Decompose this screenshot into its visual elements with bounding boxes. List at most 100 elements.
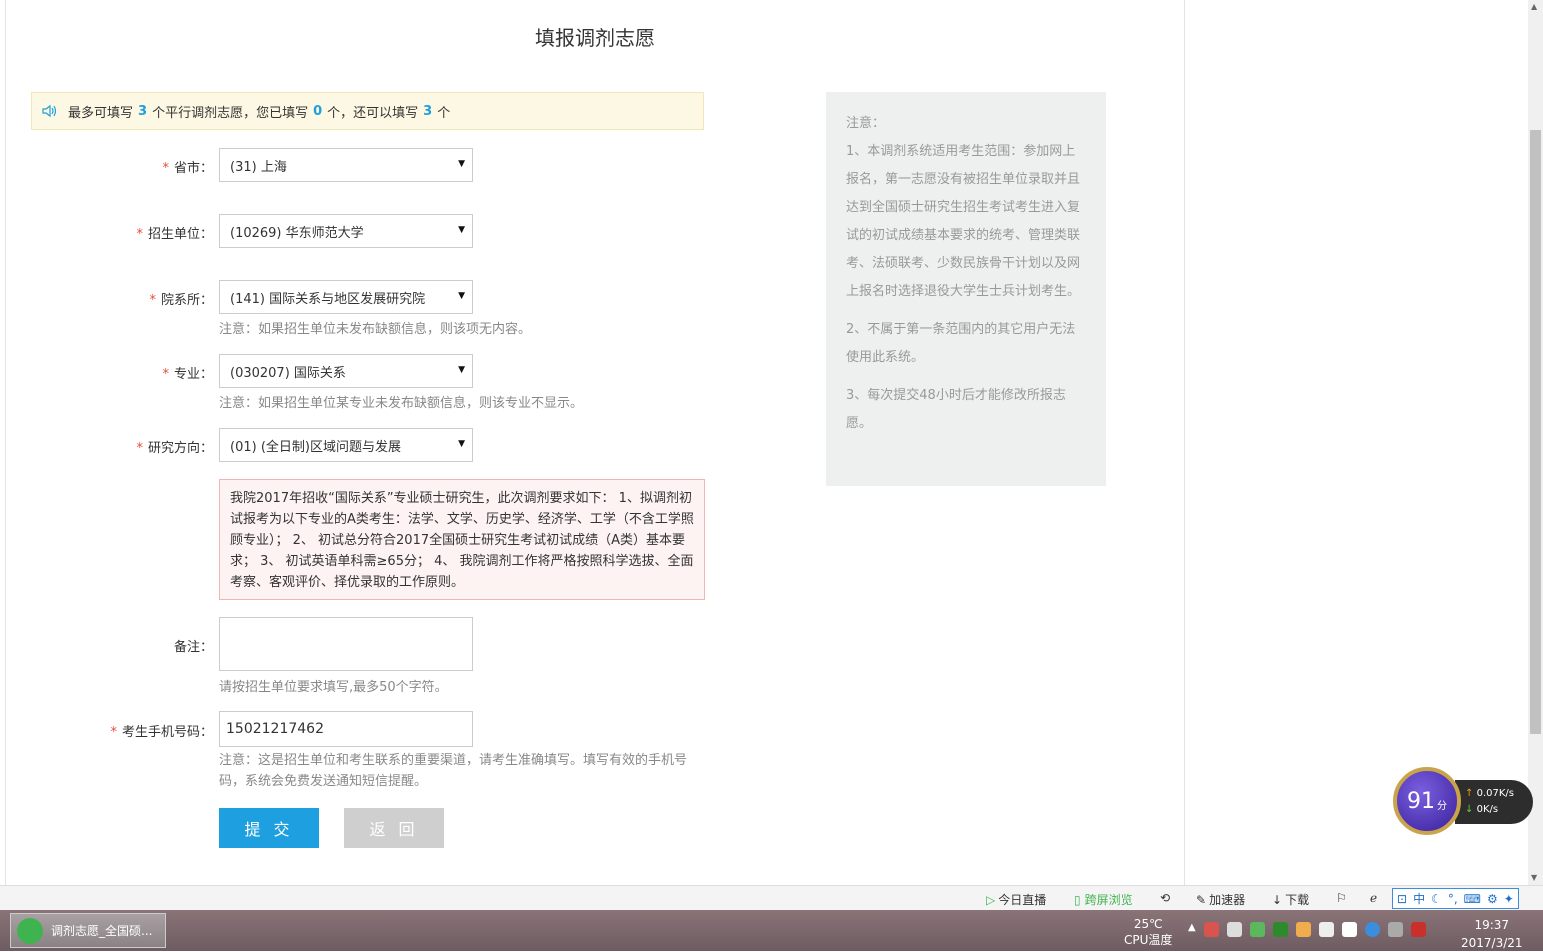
ime-toolbar[interactable]: ⊡ 中 ☾ °, ⌨ ⚙ ✦ bbox=[1392, 888, 1519, 909]
required-mark: * bbox=[136, 441, 143, 456]
browser-status-bar: ▷ 今日直播 ▯ 跨屏浏览 ⟲ ✎ 加速器 ↓ 下载 ⚐ ℯ ⊡ 中 ☾ °, ⌨ ⚙ … bbox=[0, 885, 1543, 911]
direction-select[interactable]: (01) (全日制)区域问题与发展 ▼ bbox=[219, 428, 473, 462]
remark-hint: 请按招生单位要求填写,最多50个字符。 bbox=[219, 680, 448, 695]
score-circle[interactable]: 91 分 bbox=[1393, 767, 1461, 835]
download-arrow-icon: ↓ bbox=[1272, 892, 1283, 907]
punct-icon[interactable]: °, bbox=[1448, 892, 1458, 906]
taskbar-browser-button[interactable]: 调剂志愿_全国硕... bbox=[10, 913, 166, 948]
major-label: * 专业： bbox=[60, 363, 213, 382]
required-mark: * bbox=[149, 293, 156, 308]
remaining-count: 3 bbox=[423, 103, 433, 119]
unit-value: (10269) 华东师范大学 bbox=[230, 225, 364, 241]
download-button[interactable]: ↓ 下载 bbox=[1272, 891, 1309, 908]
main-content: 填报调剂志愿 最多可填写 3 个平行调剂志愿，您已填写 0 个，还可以填写 3 … bbox=[0, 0, 1528, 885]
network-icon[interactable] bbox=[1387, 922, 1403, 937]
remark-textarea[interactable] bbox=[219, 617, 473, 671]
vertical-scrollbar[interactable]: ▲ ▼ bbox=[1528, 0, 1543, 885]
unit-label: * 招生单位： bbox=[60, 223, 213, 242]
clock-time: 19:37 bbox=[1474, 918, 1510, 932]
cpu-temp[interactable]: 25℃ CPU温度 bbox=[1124, 916, 1172, 948]
speaker-icon[interactable] bbox=[1226, 922, 1242, 937]
major-select[interactable]: (030207) 国际关系 ▼ bbox=[219, 354, 473, 388]
volume-red-icon[interactable] bbox=[1203, 922, 1219, 937]
dropdown-arrow-icon: ▼ bbox=[458, 365, 465, 375]
download-label: 下载 bbox=[1285, 893, 1310, 907]
globe-icon[interactable] bbox=[1364, 922, 1380, 937]
nvidia-icon[interactable] bbox=[1272, 922, 1288, 937]
cpu-temp-label: CPU温度 bbox=[1124, 933, 1173, 947]
windows-taskbar: 调剂志愿_全国硕... 25℃ CPU温度 ▲ 19:37 2017/3/21 bbox=[0, 910, 1543, 951]
score-value: 91 bbox=[1407, 788, 1435, 814]
phone-hint: 注意：这是招生单位和考生联系的重要渠道，请考生准确填写。填写有效的手机号码，系统… bbox=[219, 753, 688, 789]
info-bar: 最多可填写 3 个平行调剂志愿，您已填写 0 个，还可以填写 3 个 bbox=[31, 92, 704, 130]
scroll-thumb[interactable] bbox=[1530, 130, 1541, 734]
upload-speed: ↑ 0.07K/s bbox=[1465, 788, 1514, 799]
required-mark: * bbox=[162, 161, 169, 176]
accelerator-button[interactable]: ✎ 加速器 bbox=[1196, 891, 1245, 908]
max-count: 3 bbox=[138, 103, 148, 119]
major-value: (030207) 国际关系 bbox=[230, 365, 346, 381]
pin-icon: ✎ bbox=[1196, 892, 1207, 907]
upload-speed-value: 0.07K/s bbox=[1476, 788, 1514, 799]
wrench-icon[interactable]: ✦ bbox=[1504, 892, 1514, 906]
keyboard-icon[interactable]: ⌨ bbox=[1464, 892, 1481, 906]
ie-icon[interactable]: ℯ bbox=[1370, 891, 1377, 905]
scroll-up-arrow-icon[interactable]: ▲ bbox=[1531, 2, 1537, 11]
speaker-icon bbox=[42, 104, 57, 118]
live-button[interactable]: ▷ 今日直播 bbox=[986, 891, 1046, 908]
dept-hint: 注意：如果招生单位未发布缺额信息，则该项无内容。 bbox=[219, 322, 532, 337]
security-icon[interactable] bbox=[1249, 922, 1265, 937]
required-mark: * bbox=[136, 227, 143, 242]
tray-icons: ▲ bbox=[1188, 922, 1426, 937]
phone-input[interactable]: 15021217462 bbox=[219, 711, 473, 747]
dropdown-arrow-icon: ▼ bbox=[458, 439, 465, 449]
cpu-temp-value: 25℃ bbox=[1133, 917, 1163, 931]
back-button[interactable]: 返 回 bbox=[344, 808, 444, 848]
tools-icon[interactable]: ⚙ bbox=[1487, 892, 1498, 906]
direction-label-text: 研究方向： bbox=[147, 441, 213, 456]
flag-error-icon[interactable] bbox=[1410, 922, 1426, 937]
show-hidden-icons-icon[interactable]: ▲ bbox=[1188, 922, 1196, 937]
required-mark: * bbox=[110, 725, 117, 740]
filled-count: 0 bbox=[313, 103, 323, 119]
accelerator-label: 加速器 bbox=[1209, 893, 1246, 907]
task-label: 调剂志愿_全国硕... bbox=[51, 924, 153, 938]
unit-select[interactable]: (10269) 华东师范大学 ▼ bbox=[219, 214, 473, 248]
phone-label-text: 考生手机号码： bbox=[121, 725, 213, 740]
clock[interactable]: 19:37 2017/3/21 bbox=[1461, 916, 1523, 952]
history-icon[interactable]: ⟲ bbox=[1160, 891, 1170, 905]
page-title: 填报调剂志愿 bbox=[535, 26, 655, 50]
windows-icon[interactable] bbox=[1341, 922, 1357, 937]
dept-label-text: 院系所： bbox=[160, 293, 213, 308]
ime-mode[interactable]: 中 bbox=[1413, 890, 1425, 907]
tray-app-icon[interactable] bbox=[1295, 922, 1311, 937]
download-speed: ↓ 0K/s bbox=[1465, 804, 1499, 815]
flag-icon[interactable]: ⚐ bbox=[1336, 891, 1347, 905]
cross-screen-button[interactable]: ▯ 跨屏浏览 bbox=[1074, 891, 1133, 908]
dept-select[interactable]: (141) 国际关系与地区发展研究院 ▼ bbox=[219, 280, 473, 314]
browser-icon bbox=[17, 917, 43, 944]
score-unit: 分 bbox=[1437, 800, 1447, 812]
clock-date: 2017/3/21 bbox=[1461, 936, 1523, 950]
ime-logo-icon: ⊡ bbox=[1397, 891, 1408, 906]
download-speed-value: 0K/s bbox=[1476, 804, 1499, 815]
province-select[interactable]: (31) 上海 ▼ bbox=[219, 148, 473, 182]
remark-label: 备注： bbox=[173, 640, 213, 655]
speed-score-widget[interactable]: ↑ 0.07K/s ↓ 0K/s 91 分 bbox=[1393, 767, 1535, 837]
clipboard-icon[interactable] bbox=[1318, 922, 1334, 937]
left-border bbox=[5, 0, 6, 885]
requirement-notice: 我院2017年招收“国际关系”专业硕士研究生，此次调剂要求如下： 1、拟调剂初试… bbox=[219, 479, 705, 600]
scroll-down-arrow-icon[interactable]: ▼ bbox=[1531, 873, 1537, 882]
right-border bbox=[1184, 0, 1185, 885]
province-label: * 省市： bbox=[60, 157, 213, 176]
submit-button[interactable]: 提 交 bbox=[219, 808, 319, 848]
info-text-2: 个平行调剂志愿，您已填写 bbox=[152, 105, 309, 121]
major-hint: 注意：如果招生单位某专业未发布缺额信息，则该专业不显示。 bbox=[219, 396, 584, 411]
phone-label: * 考生手机号码： bbox=[60, 721, 213, 740]
moon-icon[interactable]: ☾ bbox=[1431, 892, 1442, 906]
side-notice-title: 注意： bbox=[846, 116, 886, 131]
info-text-4: 个 bbox=[437, 105, 451, 121]
direction-value: (01) (全日制)区域问题与发展 bbox=[230, 439, 401, 455]
play-icon: ▷ bbox=[986, 892, 996, 907]
dropdown-arrow-icon: ▼ bbox=[458, 159, 465, 169]
